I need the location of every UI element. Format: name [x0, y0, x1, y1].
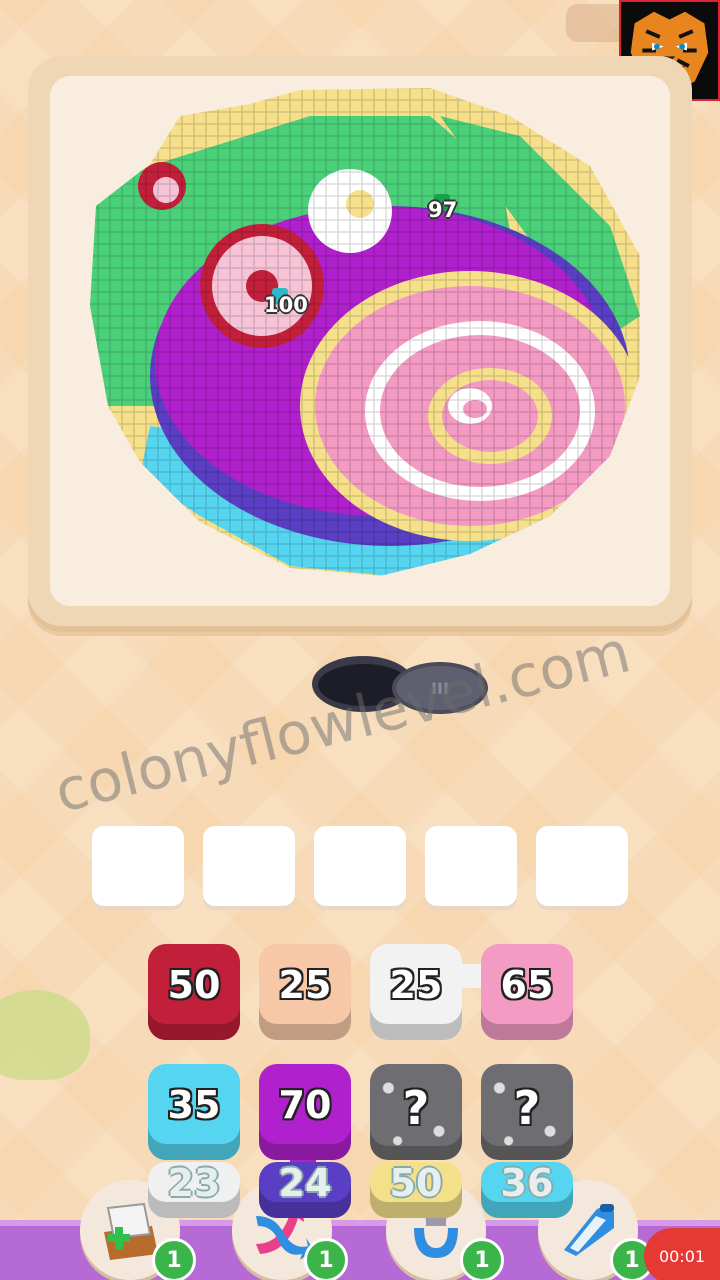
shuffle-count-badge: 1 — [304, 1238, 348, 1280]
mystery-tile[interactable]: ? — [370, 1064, 462, 1160]
tile-count: ? — [513, 1081, 541, 1135]
color-tile: 36 — [481, 1161, 573, 1218]
pixel-art — [90, 88, 640, 576]
holding-slot — [92, 826, 184, 906]
tile-count: 35 — [167, 1083, 221, 1127]
tile-count: 25 — [389, 963, 443, 1007]
tile-count: 23 — [167, 1161, 221, 1205]
color-tile[interactable]: 70 — [259, 1064, 351, 1160]
holding-slot — [203, 826, 295, 906]
color-tile[interactable]: 35 — [148, 1064, 240, 1160]
holding-slot — [425, 826, 517, 906]
tile-count: 50 — [389, 1161, 443, 1205]
timer: 00:01 — [644, 1228, 720, 1280]
color-tile[interactable]: 65 — [481, 944, 573, 1040]
tile-count: 25 — [278, 963, 332, 1007]
holding-slot — [536, 826, 628, 906]
color-tile[interactable]: 50 — [148, 944, 240, 1040]
magnet-count-badge: 1 — [460, 1238, 504, 1280]
holding-slot — [314, 826, 406, 906]
tile-count: 70 — [278, 1083, 332, 1127]
add-tray-count-badge: 1 — [152, 1238, 196, 1280]
pixel-count-badge: 100 — [264, 293, 308, 317]
color-tile: 50 — [370, 1161, 462, 1218]
tile-count: 24 — [278, 1161, 332, 1205]
tile-count: 65 — [500, 963, 554, 1007]
color-tile: 24 — [259, 1161, 351, 1218]
tile-count: 50 — [167, 963, 221, 1007]
pixel-count-badge: 97 — [428, 198, 458, 222]
mystery-tile[interactable]: ? — [481, 1064, 573, 1160]
color-tile[interactable]: 25 — [259, 944, 351, 1040]
tile-count: ? — [402, 1081, 430, 1135]
watermark: colonyflowlevel.com — [48, 617, 637, 826]
decorative-tree — [0, 990, 90, 1080]
color-tile: 23 — [148, 1161, 240, 1218]
picture-board: 97 100 — [28, 56, 692, 632]
pixel-canvas: 97 100 — [50, 76, 670, 606]
color-tile[interactable]: 25 — [370, 944, 462, 1040]
tile-count: 36 — [500, 1161, 554, 1205]
